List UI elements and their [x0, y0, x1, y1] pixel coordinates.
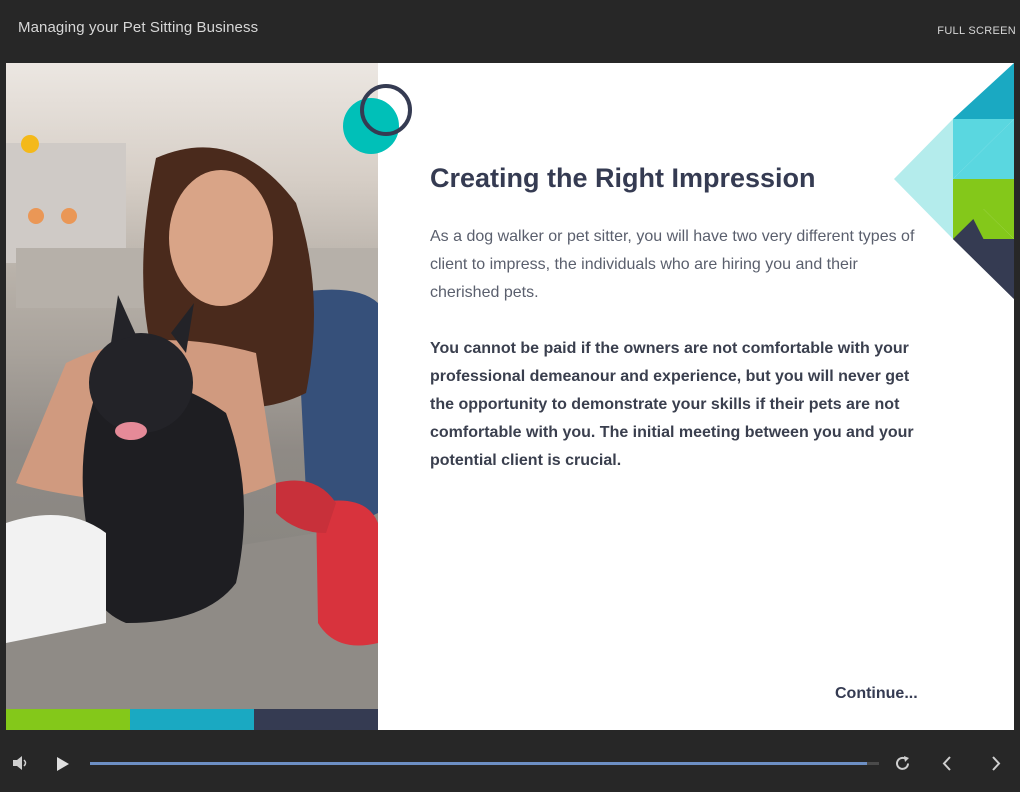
photo-illustration — [6, 135, 378, 709]
progress-bar[interactable] — [90, 762, 879, 765]
fullscreen-button[interactable]: FULL SCREEN — [937, 25, 1016, 37]
green-bar — [6, 709, 130, 730]
slide: Creating the Right Impression As a dog w… — [6, 63, 1014, 730]
player-controls — [0, 730, 1020, 792]
previous-icon[interactable] — [941, 755, 953, 777]
next-icon[interactable] — [990, 755, 1002, 777]
play-icon[interactable] — [56, 756, 70, 777]
player-header: Managing your Pet Sitting Business FULL … — [0, 0, 1020, 62]
course-title: Managing your Pet Sitting Business — [18, 19, 259, 36]
accent-color-bars — [6, 709, 378, 730]
ring-circle-decoration — [360, 84, 412, 136]
progress-fill — [90, 762, 868, 765]
triangle-decoration — [894, 63, 1014, 299]
replay-icon[interactable] — [894, 755, 911, 777]
cyan-bar — [130, 709, 254, 730]
navy-bar — [254, 709, 378, 730]
slide-heading: Creating the Right Impression — [430, 163, 816, 193]
intro-paragraph: As a dog walker or pet sitter, you will … — [430, 228, 915, 301]
volume-icon[interactable] — [12, 755, 30, 776]
continue-button[interactable]: Continue... — [835, 685, 918, 703]
emphasis-paragraph: You cannot be paid if the owners are not… — [430, 340, 914, 469]
woman-with-dog-photo — [6, 63, 378, 709]
